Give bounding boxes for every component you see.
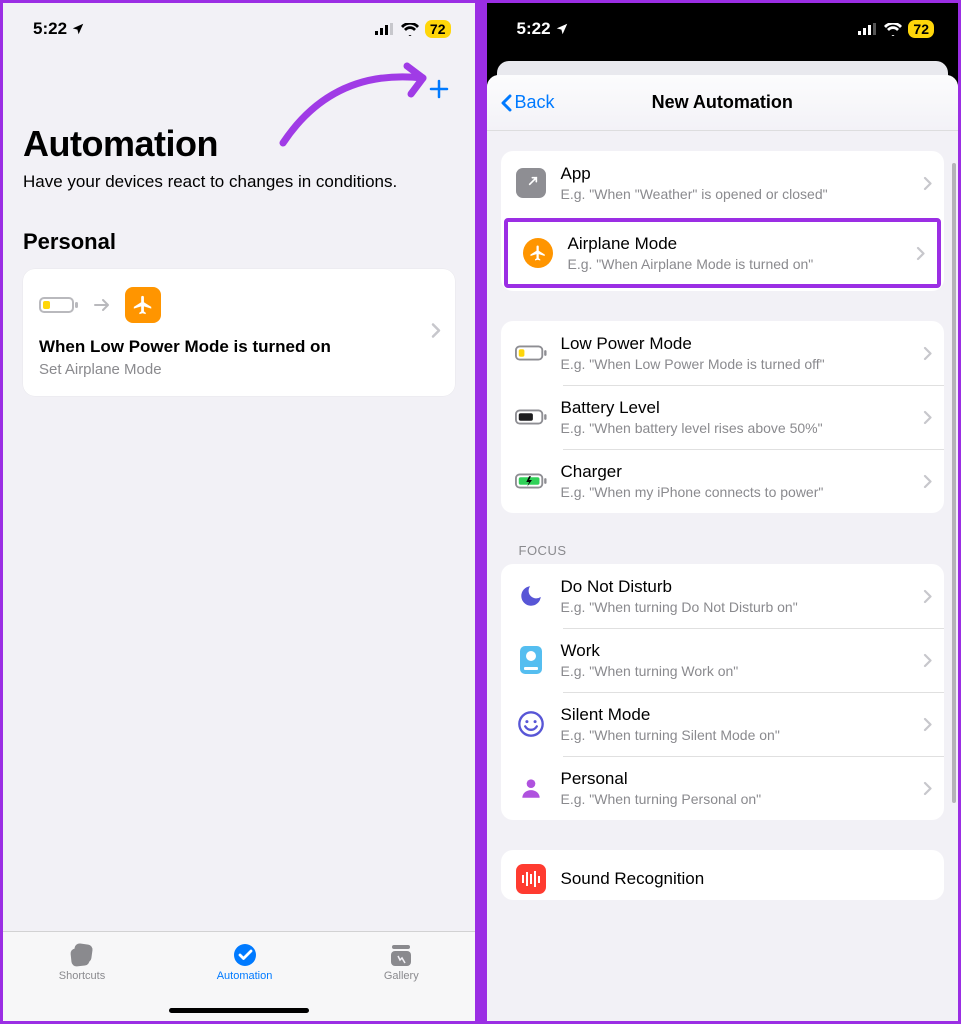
sound-icon [515, 863, 547, 895]
row-low-power[interactable]: Low Power Mode E.g. "When Low Power Mode… [501, 321, 945, 385]
chevron-right-icon [923, 717, 932, 732]
row-app[interactable]: App E.g. "When "Weather" is opened or cl… [501, 151, 945, 215]
wifi-icon [401, 23, 419, 36]
row-subtitle: E.g. "When Low Power Mode is turned off" [561, 356, 910, 372]
app-icon [515, 167, 547, 199]
section-personal: Personal [23, 229, 455, 255]
arrow-right-icon [93, 298, 111, 312]
battery-level: 72 [908, 20, 934, 38]
row-title: Work [561, 641, 910, 661]
cellular-icon [375, 23, 395, 35]
low-power-icon [515, 337, 547, 369]
tab-shortcuts[interactable]: Shortcuts [59, 942, 105, 982]
cellular-icon [858, 23, 878, 35]
row-subtitle: E.g. "When turning Silent Mode on" [561, 727, 910, 743]
row-subtitle: E.g. "When turning Personal on" [561, 791, 910, 807]
nav-bar: Back New Automation [487, 75, 959, 131]
row-subtitle: E.g. "When turning Do Not Disturb on" [561, 599, 910, 615]
row-title: Silent Mode [561, 705, 910, 725]
chevron-left-icon [499, 93, 513, 113]
add-button[interactable] [427, 75, 451, 109]
trigger-group: Low Power Mode E.g. "When Low Power Mode… [501, 321, 945, 513]
tab-label: Shortcuts [59, 970, 105, 982]
phone-right: 5:22 72 Back New Automation [484, 0, 961, 1024]
moon-icon [515, 580, 547, 612]
status-time: 5:22 [33, 19, 67, 39]
row-battery-level[interactable]: Battery Level E.g. "When battery level r… [501, 385, 945, 449]
focus-header: FOCUS [519, 543, 941, 558]
page-subtitle: Have your devices react to changes in co… [23, 171, 455, 193]
location-icon [71, 22, 85, 36]
card-title: When Low Power Mode is turned on [39, 337, 439, 357]
tab-automation[interactable]: Automation [217, 942, 273, 982]
airplane-icon [522, 237, 554, 269]
row-work[interactable]: Work E.g. "When turning Work on" [501, 628, 945, 692]
chevron-right-icon [923, 781, 932, 796]
status-time: 5:22 [517, 19, 551, 39]
back-label: Back [515, 92, 555, 113]
gallery-icon [387, 942, 415, 968]
row-personal[interactable]: Personal E.g. "When turning Personal on" [501, 756, 945, 820]
back-button[interactable]: Back [499, 92, 555, 113]
row-title: Do Not Disturb [561, 577, 910, 597]
tab-label: Gallery [384, 970, 419, 982]
trigger-group: Sound Recognition [501, 850, 945, 900]
chevron-right-icon [923, 589, 932, 604]
row-title: Battery Level [561, 398, 910, 418]
low-battery-icon [39, 295, 79, 315]
trigger-group: App E.g. "When "Weather" is opened or cl… [501, 151, 945, 291]
status-bar: 5:22 72 [3, 3, 475, 55]
row-title: Airplane Mode [568, 234, 903, 254]
wifi-icon [884, 23, 902, 36]
row-sound-recognition[interactable]: Sound Recognition [501, 850, 945, 900]
card-subtitle: Set Airplane Mode [39, 361, 439, 378]
row-title: Sound Recognition [561, 869, 933, 889]
status-bar: 5:22 72 [487, 3, 959, 55]
row-subtitle: E.g. "When turning Work on" [561, 663, 910, 679]
tab-label: Automation [217, 970, 273, 982]
shortcuts-icon [68, 942, 96, 968]
home-indicator[interactable] [169, 1008, 309, 1013]
battery-level: 72 [425, 20, 451, 38]
focus-group: Do Not Disturb E.g. "When turning Do Not… [501, 564, 945, 820]
row-dnd[interactable]: Do Not Disturb E.g. "When turning Do Not… [501, 564, 945, 628]
automation-icon [231, 942, 259, 968]
row-subtitle: E.g. "When battery level rises above 50%… [561, 420, 910, 436]
person-icon [515, 772, 547, 804]
automation-card[interactable]: When Low Power Mode is turned on Set Air… [23, 269, 455, 396]
smiley-icon [515, 708, 547, 740]
badge-icon [515, 644, 547, 676]
location-icon [555, 22, 569, 36]
charger-icon [515, 465, 547, 497]
tab-gallery[interactable]: Gallery [384, 942, 419, 982]
row-subtitle: E.g. "When my iPhone connects to power" [561, 484, 910, 500]
chevron-right-icon [916, 246, 925, 261]
page-title: Automation [23, 123, 455, 165]
row-silent[interactable]: Silent Mode E.g. "When turning Silent Mo… [501, 692, 945, 756]
row-charger[interactable]: Charger E.g. "When my iPhone connects to… [501, 449, 945, 513]
nav-title: New Automation [652, 92, 793, 113]
row-title: Personal [561, 769, 910, 789]
chevron-right-icon [923, 474, 932, 489]
row-airplane-mode[interactable]: Airplane Mode E.g. "When Airplane Mode i… [508, 222, 938, 284]
row-subtitle: E.g. "When "Weather" is opened or closed… [561, 186, 910, 202]
row-title: App [561, 164, 910, 184]
row-title: Low Power Mode [561, 334, 910, 354]
chevron-right-icon [923, 653, 932, 668]
chevron-right-icon [923, 176, 932, 191]
scrollbar[interactable] [952, 163, 956, 803]
row-title: Charger [561, 462, 910, 482]
chevron-right-icon [431, 322, 441, 343]
row-subtitle: E.g. "When Airplane Mode is turned on" [568, 256, 903, 272]
chevron-right-icon [923, 410, 932, 425]
battery-icon [515, 401, 547, 433]
chevron-right-icon [923, 346, 932, 361]
airplane-app-icon [125, 287, 161, 323]
modal-sheet: Back New Automation App E [487, 75, 959, 1021]
phone-left: 5:22 72 Automation Have your devices rea… [0, 0, 478, 1024]
